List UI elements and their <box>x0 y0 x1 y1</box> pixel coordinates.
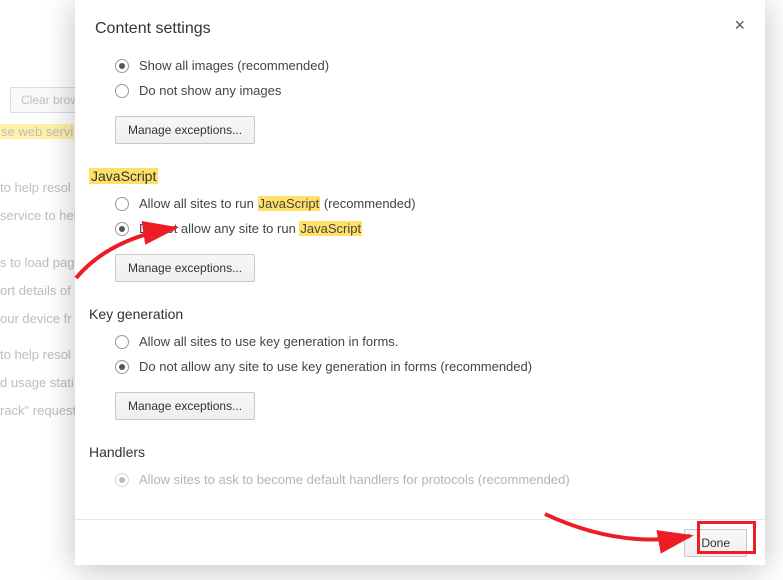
radio-label: Show all images (recommended) <box>139 58 329 73</box>
bg-text-6: to help resol <box>0 347 71 362</box>
handlers-option-allow[interactable]: Allow sites to ask to become default han… <box>115 472 745 487</box>
radio-icon <box>115 59 129 73</box>
radio-icon <box>115 84 129 98</box>
radio-icon <box>115 335 129 349</box>
bg-text-5: our device fr <box>0 311 72 326</box>
bg-text-7: d usage stati <box>0 375 74 390</box>
dialog-header: Content settings × <box>75 0 765 38</box>
radio-label: Allow all sites to use key generation in… <box>139 334 398 349</box>
bg-text-2: service to hel <box>0 208 77 223</box>
images-option-show-all[interactable]: Show all images (recommended) <box>115 58 745 73</box>
dialog-body[interactable]: Show all images (recommended) Do not sho… <box>75 48 765 519</box>
dialog-footer: Done <box>75 519 765 565</box>
radio-label: Allow all sites to run JavaScript (recom… <box>139 196 416 211</box>
bg-text-0: se web servi <box>0 124 74 139</box>
radio-icon <box>115 473 129 487</box>
radio-label: Do not allow any site to use key generat… <box>139 359 532 374</box>
radio-icon <box>115 360 129 374</box>
bg-text-8: rack" request <box>0 403 76 418</box>
radio-icon <box>115 222 129 236</box>
javascript-section-title: JavaScript <box>89 168 745 184</box>
radio-icon <box>115 197 129 211</box>
keygen-option-disallow[interactable]: Do not allow any site to use key generat… <box>115 359 745 374</box>
radio-label: Do not allow any site to run JavaScript <box>139 221 362 236</box>
handlers-section-title: Handlers <box>89 444 745 460</box>
images-option-do-not-show[interactable]: Do not show any images <box>115 83 745 98</box>
javascript-manage-exceptions-button[interactable]: Manage exceptions... <box>115 254 255 282</box>
images-manage-exceptions-button[interactable]: Manage exceptions... <box>115 116 255 144</box>
radio-label: Do not show any images <box>139 83 281 98</box>
keygen-manage-exceptions-button[interactable]: Manage exceptions... <box>115 392 255 420</box>
radio-label: Allow sites to ask to become default han… <box>139 472 570 487</box>
close-button[interactable]: × <box>728 14 751 36</box>
keygen-section-title: Key generation <box>89 306 745 322</box>
done-button[interactable]: Done <box>684 529 747 557</box>
bg-text-1: to help resol <box>0 180 71 195</box>
dialog-title: Content settings <box>95 20 745 38</box>
keygen-option-allow[interactable]: Allow all sites to use key generation in… <box>115 334 745 349</box>
javascript-option-allow[interactable]: Allow all sites to run JavaScript (recom… <box>115 196 745 211</box>
javascript-option-disallow[interactable]: Do not allow any site to run JavaScript <box>115 221 745 236</box>
bg-text-4: ort details of <box>0 283 71 298</box>
bg-text-3: s to load pag <box>0 255 74 270</box>
content-settings-dialog: Content settings × Show all images (reco… <box>75 0 765 565</box>
